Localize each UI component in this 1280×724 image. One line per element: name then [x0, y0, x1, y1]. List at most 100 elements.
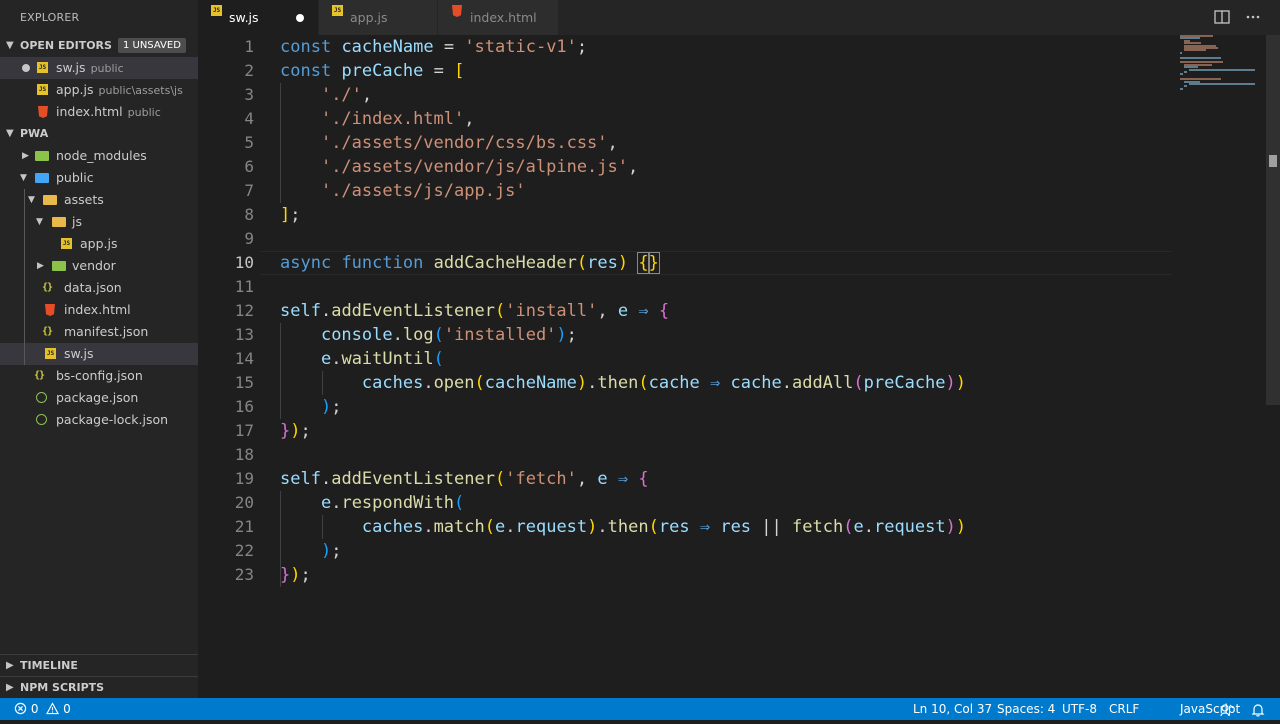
scrollbar-thumb[interactable] — [1266, 35, 1280, 405]
open-editors-header[interactable]: ▼ OPEN EDITORS 1 UNSAVED — [0, 35, 198, 57]
indent-guide — [24, 233, 25, 255]
tree-item-label: bs-config.json — [56, 368, 143, 383]
code-line[interactable]: caches.open(cacheName).then(cache ⇒ cach… — [280, 371, 966, 395]
tree-item-js[interactable]: ▼ js — [0, 211, 198, 233]
js-file-icon: JS — [37, 84, 48, 95]
code-line[interactable]: ); — [280, 395, 342, 419]
indent-guide — [24, 299, 25, 321]
code-line[interactable]: './', — [280, 83, 372, 107]
open-editor-name: sw.js — [56, 60, 86, 75]
open-editor-path: public — [90, 62, 124, 75]
tree-item-sw-js[interactable]: JS sw.js — [0, 343, 198, 365]
code-line[interactable]: './assets/vendor/js/alpine.js', — [280, 155, 638, 179]
npm-scripts-header[interactable]: ▶ NPM SCRIPTS — [0, 677, 198, 698]
line-number: 19 — [234, 469, 254, 488]
unsaved-dot-icon[interactable] — [296, 14, 304, 22]
warning-icon — [46, 702, 60, 715]
line-number: 7 — [244, 181, 254, 200]
line-number: 23 — [234, 565, 254, 584]
tree-item-assets[interactable]: ▼ assets — [0, 189, 198, 211]
npm-file-icon — [36, 414, 47, 425]
encoding-setting[interactable]: UTF-8 — [1062, 698, 1097, 720]
line-number: 6 — [244, 157, 254, 176]
tree-item-label: js — [72, 214, 82, 229]
tree-item-package-json[interactable]: package.json — [0, 387, 198, 409]
minimap-line — [1180, 73, 1184, 76]
feedback-icon[interactable] — [1220, 702, 1234, 724]
code-editor[interactable]: 1 2 3 4 5 6 7 8 9 10 11 12 13 14 15 16 1… — [198, 35, 1280, 698]
code-line[interactable]: self.addEventListener('fetch', e ⇒ { — [280, 467, 649, 491]
indentation-setting[interactable]: Spaces: 4 — [997, 698, 1055, 720]
tree-item-app-js[interactable]: JS app.js — [0, 233, 198, 255]
line-number: 21 — [234, 517, 254, 536]
split-editor-icon[interactable] — [1213, 8, 1231, 26]
code-line[interactable]: caches.match(e.request).then(res ⇒ res |… — [280, 515, 966, 539]
tab-app-js[interactable]: JS app.js — [319, 0, 437, 35]
chevron-right-icon: ▶ — [6, 660, 14, 671]
tree-item-bs-config-json[interactable]: {} bs-config.json — [0, 365, 198, 387]
open-editor-path: public — [127, 106, 161, 119]
eol-setting[interactable]: CRLF — [1109, 698, 1139, 720]
code-line[interactable]: console.log('installed'); — [280, 323, 577, 347]
problems-indicator[interactable]: 0 0 — [14, 698, 71, 720]
timeline-header[interactable]: ▶ TIMELINE — [0, 655, 198, 677]
tree-item-label: package.json — [56, 390, 139, 405]
code-line[interactable]: ); — [280, 539, 342, 563]
code-line[interactable]: }); — [280, 419, 311, 443]
line-number: 9 — [244, 229, 254, 248]
pwa-folder-header[interactable]: ▼ PWA — [0, 123, 198, 145]
notifications-bell-icon[interactable] — [1251, 702, 1265, 724]
line-number: 1 — [244, 37, 254, 56]
unsaved-dot-icon[interactable] — [22, 64, 30, 72]
code-line[interactable]: const cacheName = 'static-v1'; — [280, 35, 587, 59]
tab-index-html[interactable]: index.html — [438, 0, 558, 35]
line-number: 15 — [234, 373, 254, 392]
code-line[interactable]: self.addEventListener('install', e ⇒ { — [280, 299, 669, 323]
code-line[interactable]: e.waitUntil( — [280, 347, 444, 371]
line-number: 10 — [234, 253, 254, 272]
tree-item-index-html[interactable]: index.html — [0, 299, 198, 321]
code-line[interactable]: const preCache = [ — [280, 59, 464, 83]
open-editor-name: index.html — [56, 104, 123, 119]
minimap[interactable] — [1180, 35, 1268, 95]
chevron-right-icon: ▶ — [6, 682, 14, 693]
chevron-down-icon: ▼ — [36, 217, 43, 227]
tree-item-vendor[interactable]: ▶ vendor — [0, 255, 198, 277]
code-line[interactable]: async function addCacheHeader(res) {} — [280, 251, 660, 275]
tree-item-label: package-lock.json — [56, 412, 169, 427]
open-editor-app-js[interactable]: JS app.js public\assets\js — [0, 79, 198, 101]
tab-label: sw.js — [229, 10, 259, 25]
json-file-icon: {} — [42, 282, 53, 293]
chevron-down-icon: ▼ — [28, 195, 35, 205]
js-file-icon: JS — [37, 62, 48, 73]
code-line[interactable]: './assets/js/app.js' — [280, 179, 526, 203]
line-number: 8 — [244, 205, 254, 224]
code-line[interactable]: }); — [280, 563, 311, 587]
more-actions-icon[interactable] — [1244, 8, 1262, 26]
code-line[interactable]: ]; — [280, 203, 301, 227]
tree-item-package-lock-json[interactable]: package-lock.json — [0, 409, 198, 431]
tree-item-public[interactable]: ▼ public — [0, 167, 198, 189]
open-editor-index-html[interactable]: index.html public — [0, 101, 198, 123]
minimap-line — [1184, 71, 1187, 73]
open-editor-sw-js[interactable]: JS sw.js public — [0, 57, 198, 79]
explorer-sidebar: EXPLORER ▼ OPEN EDITORS 1 UNSAVED JS sw.j… — [0, 0, 198, 698]
tree-item-node-modules[interactable]: ▶ node_modules — [0, 145, 198, 167]
tab-sw-js[interactable]: JS sw.js — [198, 0, 318, 35]
code-line[interactable]: e.respondWith( — [280, 491, 464, 515]
indent-guide — [24, 211, 25, 233]
chevron-right-icon: ▶ — [37, 261, 44, 271]
code-line[interactable]: './assets/vendor/css/bs.css', — [280, 131, 618, 155]
chevron-down-icon: ▼ — [6, 128, 14, 139]
tab-label: index.html — [470, 10, 537, 25]
tree-item-manifest-json[interactable]: {} manifest.json — [0, 321, 198, 343]
indent-guide — [24, 277, 25, 299]
cursor-position[interactable]: Ln 10, Col 37 — [913, 698, 992, 720]
vertical-scrollbar[interactable] — [1266, 35, 1280, 698]
tree-item-data-json[interactable]: {} data.json — [0, 277, 198, 299]
open-editor-path: public\assets\js — [98, 84, 183, 97]
tree-item-label: node_modules — [56, 148, 147, 163]
chevron-right-icon: ▶ — [22, 151, 29, 161]
folder-icon — [52, 217, 66, 227]
code-line[interactable]: './index.html', — [280, 107, 475, 131]
